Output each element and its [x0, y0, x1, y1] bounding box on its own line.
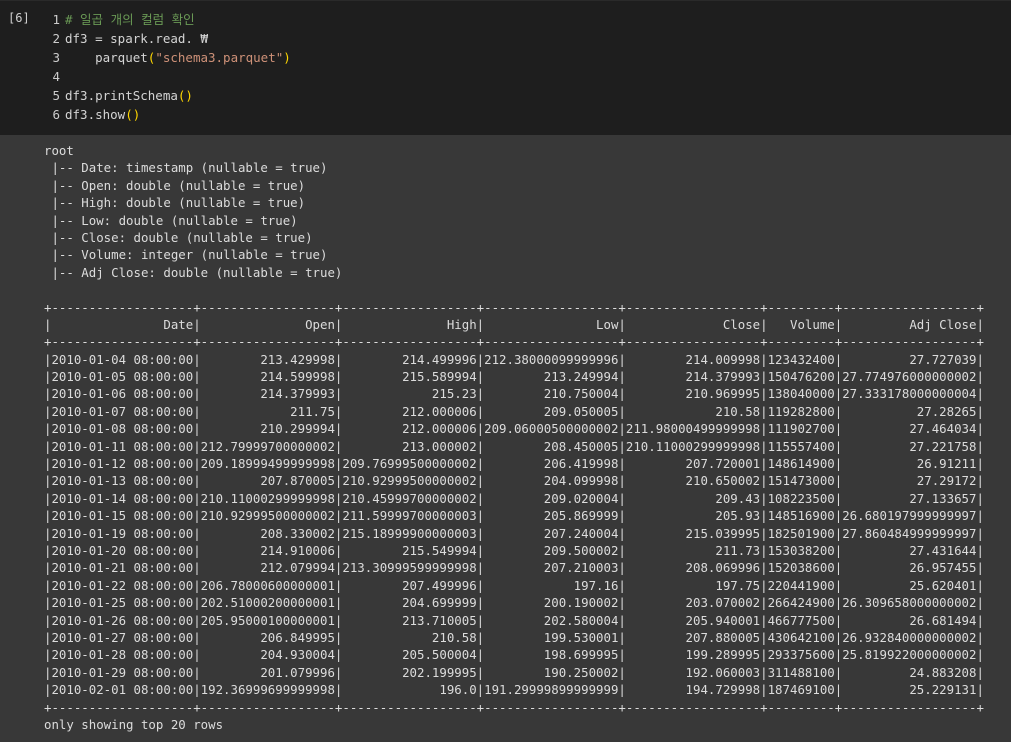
- table-row: |2010-01-21 08:00:00| 212.079994|213.309…: [44, 560, 984, 576]
- table-row: |2010-01-28 08:00:00| 204.930004| 205.50…: [44, 647, 984, 663]
- line-number: 1: [52, 12, 60, 27]
- table-row: |2010-01-26 08:00:00|205.95000100000001|…: [44, 612, 984, 628]
- table-row: |2010-01-06 08:00:00| 214.379993| 215.23…: [44, 386, 984, 402]
- schema-line: |-- Volume: integer (nullable = true): [44, 247, 328, 263]
- table-row: |2010-01-27 08:00:00| 206.849995| 210.58…: [44, 629, 984, 645]
- execution-count: [6]: [8, 11, 30, 25]
- schema-line: |-- Open: double (nullable = true): [44, 177, 306, 193]
- code-line: 6 df3.show(): [48, 105, 291, 124]
- schema-line: |-- Date: timestamp (nullable = true): [44, 160, 328, 176]
- table-border: +-------------------+------------------+…: [44, 299, 984, 315]
- table-border: +-------------------+------------------+…: [44, 699, 984, 715]
- code-lines: 1 # 일곱 개의 컬럼 확인 2 df3 = spark.read. ₩ 3 parq…: [48, 10, 291, 124]
- table-row: |2010-01-13 08:00:00| 207.870005|210.929…: [44, 473, 984, 489]
- output-text: root |-- Date: timestamp (nullable = tru…: [44, 142, 984, 733]
- schema-line: |-- Low: double (nullable = true): [44, 212, 298, 228]
- line-number: 6: [52, 107, 60, 122]
- table-row: |2010-01-14 08:00:00|210.11000299999998|…: [44, 490, 984, 506]
- code-token: parquet: [65, 50, 148, 65]
- schema-line: |-- Close: double (nullable = true): [44, 229, 313, 245]
- table-row: |2010-01-11 08:00:00|212.79999700000002|…: [44, 438, 984, 454]
- table-row: |2010-01-15 08:00:00|210.92999500000002|…: [44, 508, 984, 524]
- table-row: |2010-01-20 08:00:00| 214.910006| 215.54…: [44, 542, 984, 558]
- schema-root: root: [44, 143, 74, 158]
- cell-output: root |-- Date: timestamp (nullable = tru…: [0, 135, 1011, 742]
- code-token: df3.show: [65, 107, 126, 122]
- output-footer: only showing top 20 rows: [44, 716, 224, 732]
- code-token: df3.printSchema: [65, 88, 178, 103]
- code-editor[interactable]: 1 # 일곱 개의 컬럼 확인 2 df3 = spark.read. ₩ 3 parq…: [0, 0, 1011, 136]
- schema-line: [44, 281, 984, 298]
- code-line: 5 df3.printSchema(): [48, 86, 291, 105]
- code-line: 4: [48, 67, 291, 86]
- table-row: |2010-01-25 08:00:00|202.51000200000001|…: [44, 595, 984, 611]
- code-line: 3 parquet("schema3.parquet"): [48, 48, 291, 67]
- line-number: 3: [52, 50, 60, 65]
- line-number: 5: [52, 88, 60, 103]
- table-row: |2010-01-04 08:00:00| 213.429998| 214.49…: [44, 351, 984, 367]
- code-token: df3 = spark.read. ₩: [65, 31, 208, 46]
- code-token: # 일곱 개의 컬럼 확인: [65, 12, 195, 27]
- table-header: | Date| Open| High| Low| Close| Volume| …: [44, 316, 984, 332]
- table-row: |2010-01-08 08:00:00| 210.299994| 212.00…: [44, 421, 984, 437]
- table-row: |2010-01-07 08:00:00| 211.75| 212.000006…: [44, 403, 984, 419]
- line-number: 4: [52, 69, 60, 84]
- code-line: 2 df3 = spark.read. ₩: [48, 29, 291, 48]
- table-row: |2010-01-19 08:00:00| 208.330002|215.189…: [44, 525, 984, 541]
- table-row: |2010-01-12 08:00:00|209.18999499999998|…: [44, 456, 984, 472]
- schema-line: |-- High: double (nullable = true): [44, 195, 306, 211]
- notebook-cell: 1 # 일곱 개의 컬럼 확인 2 df3 = spark.read. ₩ 3 parq…: [0, 0, 1011, 742]
- schema-line: |-- Adj Close: double (nullable = true): [44, 264, 343, 280]
- line-number: 2: [52, 31, 60, 46]
- table-row: |2010-02-01 08:00:00|192.36999699999998|…: [44, 682, 984, 698]
- code-token: (): [125, 107, 141, 122]
- code-line: 1 # 일곱 개의 컬럼 확인: [48, 10, 291, 29]
- table-row: |2010-01-29 08:00:00| 201.079996| 202.19…: [44, 664, 984, 680]
- table-border: +-------------------+------------------+…: [44, 334, 984, 350]
- code-token: "schema3.parquet": [155, 50, 284, 65]
- table-row: |2010-01-22 08:00:00|206.78000600000001|…: [44, 577, 984, 593]
- code-token: (): [177, 88, 193, 103]
- table-row: |2010-01-05 08:00:00| 214.599998| 215.58…: [44, 369, 984, 385]
- code-token: ): [283, 50, 291, 65]
